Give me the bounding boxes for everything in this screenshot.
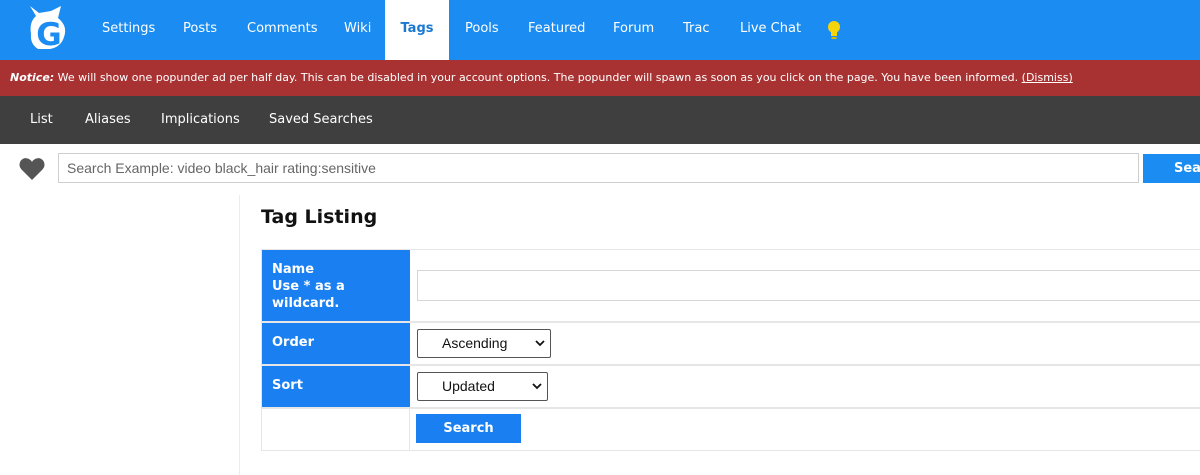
chevron-down-icon <box>532 383 542 390</box>
order-label: Order <box>262 323 410 364</box>
nav-wiki[interactable]: Wiki <box>344 0 371 60</box>
heart-icon[interactable] <box>18 155 46 183</box>
order-select[interactable]: Ascending <box>417 329 551 358</box>
sort-row: Sort Updated <box>261 365 1200 408</box>
tag-search-button[interactable]: Search <box>416 414 521 443</box>
name-field[interactable] <box>417 270 1200 301</box>
svg-text:G: G <box>36 17 61 53</box>
chevron-down-icon <box>535 340 545 347</box>
order-select-value: Ascending <box>442 335 508 351</box>
nav-live-chat[interactable]: Live Chat <box>740 0 801 60</box>
nav-tags[interactable]: Tags <box>385 0 449 60</box>
page-title: Tag Listing <box>261 206 378 228</box>
nav-forum[interactable]: Forum <box>613 0 654 60</box>
search-button[interactable]: Search <box>1143 154 1200 183</box>
dismiss-link[interactable]: (Dismiss) <box>1022 71 1073 84</box>
nav-settings[interactable]: Settings <box>102 0 155 60</box>
subnav-saved-searches[interactable]: Saved Searches <box>269 96 373 144</box>
lightbulb-icon[interactable] <box>826 20 842 42</box>
submit-row <box>261 408 1200 451</box>
sort-select-value: Updated <box>442 378 495 394</box>
nav-pools[interactable]: Pools <box>465 0 499 60</box>
sort-select[interactable]: Updated <box>417 372 548 401</box>
notice-prefix: Notice: <box>10 71 55 84</box>
top-navigation: G Settings Posts Comments Wiki Tags Pool… <box>0 0 1200 60</box>
notice-text: We will show one popunder ad per half da… <box>54 71 1022 84</box>
order-row: Order Ascending <box>261 322 1200 365</box>
name-row: Name Use * as a wildcard. <box>261 249 1200 322</box>
nav-trac[interactable]: Trac <box>683 0 710 60</box>
site-logo[interactable]: G <box>24 4 74 54</box>
subnav-list[interactable]: List <box>30 96 53 144</box>
name-label: Name Use * as a wildcard. <box>262 250 410 321</box>
sidebar-divider <box>239 195 240 475</box>
notice-banner: Notice: We will show one popunder ad per… <box>0 60 1200 96</box>
subnav-aliases[interactable]: Aliases <box>85 96 131 144</box>
sub-navigation: List Aliases Implications Saved Searches <box>0 96 1200 144</box>
name-label-hint: Use * as a wildcard. <box>272 279 345 311</box>
nav-comments[interactable]: Comments <box>247 0 317 60</box>
search-input[interactable] <box>58 153 1139 183</box>
blank-cell <box>262 409 410 450</box>
subnav-implications[interactable]: Implications <box>161 96 240 144</box>
name-label-title: Name <box>272 262 315 277</box>
nav-posts[interactable]: Posts <box>183 0 217 60</box>
sort-label: Sort <box>262 366 410 407</box>
nav-featured[interactable]: Featured <box>528 0 585 60</box>
